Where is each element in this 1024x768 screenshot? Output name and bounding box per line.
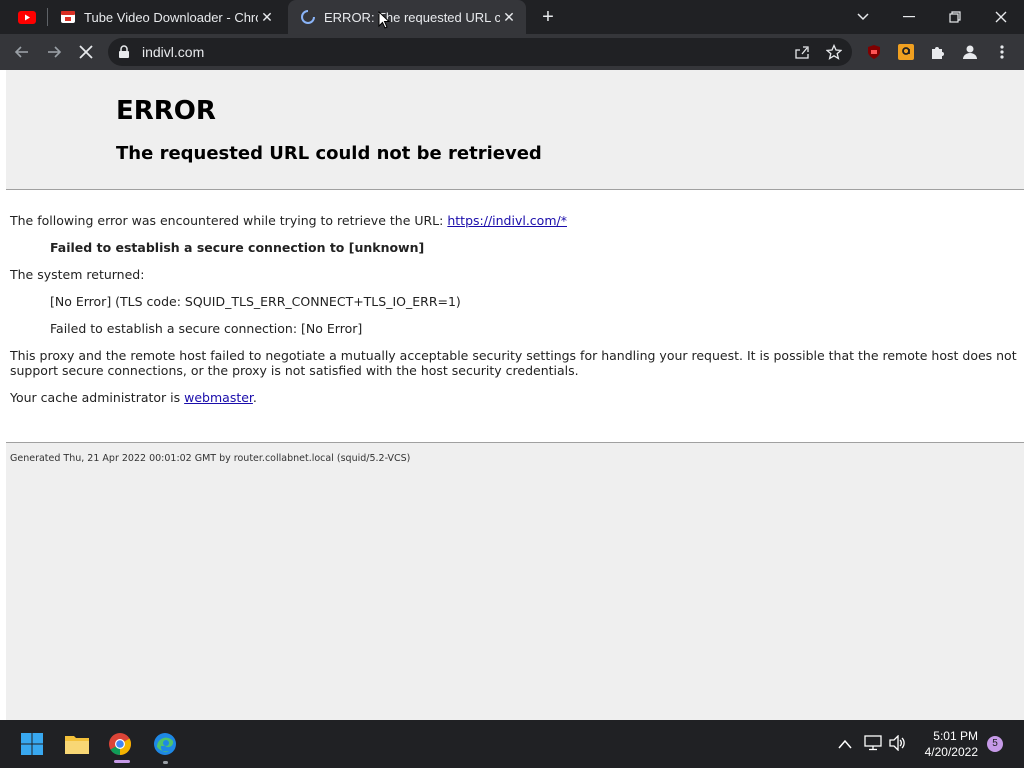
- explanation-line: support secure connections, or the proxy…: [10, 363, 579, 378]
- folder-icon: [65, 736, 89, 754]
- page-subtitle: The requested URL could not be retrieved: [116, 143, 542, 164]
- restore-icon: [949, 11, 961, 23]
- share-icon: [795, 46, 809, 59]
- ublock-extension[interactable]: [864, 42, 884, 62]
- youtube-icon: [18, 10, 36, 24]
- network-icon: [864, 735, 882, 751]
- ublock-shield-icon: [868, 45, 880, 59]
- kebab-menu-icon: [1000, 45, 1004, 59]
- close-icon: [995, 11, 1007, 23]
- minimize-button[interactable]: [886, 0, 932, 34]
- tab-error-page[interactable]: ERROR: The requested URL could not be re…: [288, 0, 526, 34]
- divider: [6, 442, 1024, 443]
- arrow-left-icon: [14, 46, 28, 58]
- chevron-up-icon: [838, 739, 852, 749]
- stop-loading-button[interactable]: [76, 42, 96, 62]
- amazon-extension[interactable]: [896, 42, 916, 62]
- active-app-indicator: [114, 760, 130, 763]
- speaker-icon: [889, 734, 905, 752]
- system-returned-label: The system returned:: [10, 267, 145, 282]
- webmaster-link[interactable]: webmaster: [184, 390, 253, 405]
- admin-paragraph: Your cache administrator is webmaster.: [10, 390, 257, 405]
- tab-title: ERROR: The requested URL could not be re…: [324, 9, 500, 25]
- menu-button[interactable]: [992, 42, 1012, 62]
- system-returned-line: [No Error] (TLS code: SQUID_TLS_ERR_CONN…: [50, 294, 461, 309]
- minimize-icon: [903, 16, 915, 18]
- star-icon: [826, 44, 842, 60]
- page-title: ERROR: [116, 96, 216, 126]
- error-url-link[interactable]: https://indivl.com/*: [447, 213, 567, 228]
- error-header: [6, 70, 1024, 189]
- url-text[interactable]: indivl.com: [142, 44, 204, 60]
- explanation-line: This proxy and the remote host failed to…: [10, 348, 1017, 363]
- tab-title: Tube Video Downloader - Chrome: [84, 9, 258, 25]
- intro-text: The following error was encountered whil…: [10, 213, 444, 228]
- system-returned-line: Failed to establish a secure connection:…: [50, 321, 363, 336]
- network-button[interactable]: [864, 735, 882, 756]
- close-tab-icon[interactable]: ✕: [500, 8, 518, 26]
- notification-badge[interactable]: 5: [987, 736, 1003, 752]
- clock-date[interactable]: 4/20/2022: [912, 745, 978, 759]
- cursor-arrow-icon: [378, 10, 391, 29]
- lock-icon[interactable]: [118, 45, 130, 64]
- running-app-indicator: [163, 761, 168, 764]
- extensions-button[interactable]: [928, 42, 948, 62]
- taskbar-edge[interactable]: [149, 728, 181, 760]
- pinned-tab-youtube[interactable]: [14, 7, 40, 27]
- back-button[interactable]: [12, 42, 32, 62]
- taskbar-chrome[interactable]: [104, 728, 136, 760]
- admin-suffix: .: [252, 390, 257, 405]
- generated-footer: Generated Thu, 21 Apr 2022 00:01:02 GMT …: [10, 453, 411, 464]
- share-button[interactable]: [792, 42, 812, 62]
- stop-x-icon: [79, 45, 93, 59]
- bookmark-button[interactable]: [824, 42, 844, 62]
- volume-button[interactable]: [889, 734, 907, 756]
- downloader-favicon-icon: [61, 11, 75, 23]
- puzzle-icon: [932, 47, 944, 59]
- show-hidden-icons-button[interactable]: [838, 736, 852, 754]
- tab-search-button[interactable]: [840, 0, 886, 34]
- mouse-cursor: [378, 10, 391, 34]
- avatar-icon: [963, 45, 977, 59]
- loading-spinner-icon: [301, 10, 315, 24]
- intro-paragraph: The following error was encountered whil…: [10, 213, 567, 228]
- forward-button[interactable]: [44, 42, 64, 62]
- restore-button[interactable]: [932, 0, 978, 34]
- tab-tube-video-downloader[interactable]: Tube Video Downloader - Chrome ✕: [48, 0, 284, 34]
- address-bar[interactable]: [108, 38, 852, 66]
- admin-text: Your cache administrator is: [10, 390, 181, 405]
- close-tab-icon[interactable]: ✕: [258, 8, 276, 26]
- close-window-button[interactable]: [978, 0, 1024, 34]
- chrome-icon: [109, 733, 131, 755]
- edge-icon: [154, 733, 176, 755]
- failure-message: Failed to establish a secure connection …: [50, 240, 425, 255]
- chevron-down-icon: [857, 13, 869, 21]
- profile-button[interactable]: [960, 42, 980, 62]
- arrow-right-icon: [48, 46, 62, 58]
- taskbar-file-explorer[interactable]: [61, 728, 93, 760]
- amazon-icon: [898, 44, 914, 60]
- windows-icon: [21, 733, 43, 755]
- clock-time[interactable]: 5:01 PM: [918, 729, 978, 743]
- new-tab-button[interactable]: +: [538, 7, 558, 27]
- start-button[interactable]: [16, 728, 48, 760]
